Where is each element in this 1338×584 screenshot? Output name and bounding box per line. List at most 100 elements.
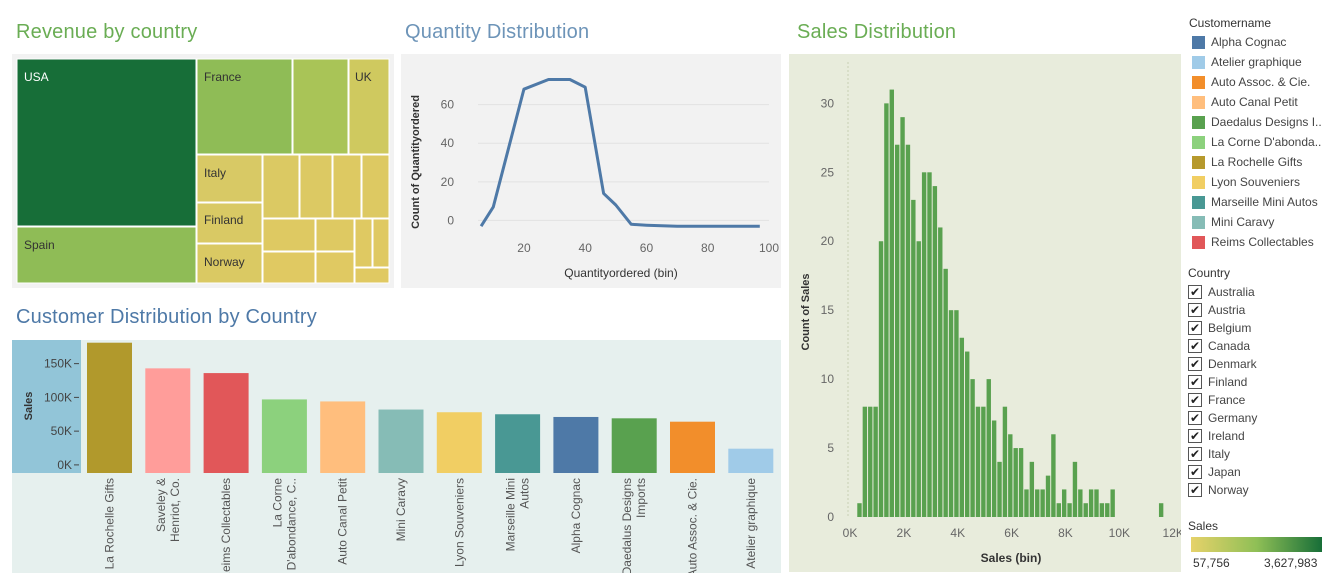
sales-histogram-bar[interactable] (1051, 434, 1056, 517)
customer-bar[interactable] (320, 401, 366, 473)
legend-item[interactable]: Alpha Cognac (1192, 33, 1286, 51)
checkbox-checked-icon[interactable]: ✔ (1188, 375, 1202, 389)
sales-histogram-bar[interactable] (884, 103, 889, 517)
country-filter-item[interactable]: ✔ Canada (1188, 337, 1250, 355)
legend-item[interactable]: Atelier graphique (1192, 53, 1302, 71)
sales-histogram-bar[interactable] (948, 310, 954, 517)
customer-bar[interactable] (261, 399, 307, 473)
country-filter-item[interactable]: ✔ Finland (1188, 373, 1247, 391)
sales-histogram-bar[interactable] (873, 406, 878, 517)
sales-histogram-bar[interactable] (1078, 489, 1083, 517)
legend-item[interactable]: Daedalus Designs I.. (1192, 113, 1322, 131)
sales-histogram-bar[interactable] (986, 379, 991, 517)
treemap-cell-usa[interactable] (16, 58, 197, 227)
treemap-cell-f[interactable] (315, 218, 355, 252)
sales-histogram-bar[interactable] (894, 144, 900, 517)
sales-histogram-bar[interactable] (927, 172, 932, 517)
customer-bar[interactable] (436, 412, 482, 473)
customer-bar[interactable] (728, 448, 774, 473)
checkbox-checked-icon[interactable]: ✔ (1188, 321, 1202, 335)
sales-histogram-bar[interactable] (1040, 489, 1045, 517)
country-filter-item[interactable]: ✔ Belgium (1188, 319, 1251, 337)
sales-histogram-bar[interactable] (1094, 489, 1099, 517)
sales-histogram-bar[interactable] (857, 503, 862, 517)
sales-histogram-bar[interactable] (959, 337, 965, 517)
sales-histogram-bar[interactable] (1035, 489, 1040, 517)
sales-histogram-bar[interactable] (1056, 503, 1061, 517)
sales-histogram-bar[interactable] (1083, 503, 1088, 517)
sales-histogram-bar[interactable] (954, 310, 959, 517)
checkbox-checked-icon[interactable]: ✔ (1188, 447, 1202, 461)
legend-item[interactable]: Auto Canal Petit (1192, 93, 1298, 111)
legend-item[interactable]: Mini Caravy (1192, 213, 1274, 231)
checkbox-checked-icon[interactable]: ✔ (1188, 303, 1202, 317)
treemap-cell-uk-a[interactable] (292, 58, 349, 155)
sales-histogram-bar[interactable] (1099, 503, 1105, 517)
quantity-line-chart[interactable]: 0 20 40 60 20 40 60 80 100 Count of Quantityorde… (401, 54, 781, 288)
customer-bar[interactable] (670, 421, 715, 473)
treemap-cell-j[interactable] (315, 251, 355, 284)
sales-histogram-bar[interactable] (1061, 489, 1067, 517)
customer-bar[interactable] (378, 409, 424, 473)
sales-histogram-bar[interactable] (1110, 489, 1115, 517)
customer-bar[interactable] (87, 342, 132, 473)
sales-histogram-bar[interactable] (1008, 434, 1013, 517)
country-filter-item[interactable]: ✔ France (1188, 391, 1245, 409)
sales-histogram-bar[interactable] (970, 379, 975, 517)
sales-histogram[interactable]: 0 5 10 15 20 25 30 0K 2K 4K 6K 8K 10K 12K Count of Sa… (789, 54, 1184, 572)
sales-histogram-bar[interactable] (1088, 489, 1094, 517)
revenue-treemap[interactable]: USA France UK Spain Italy Finland Norway (12, 54, 394, 288)
country-filter-item[interactable]: ✔ Denmark (1188, 355, 1257, 373)
checkbox-checked-icon[interactable]: ✔ (1188, 357, 1202, 371)
sales-histogram-bar[interactable] (1045, 475, 1051, 517)
checkbox-checked-icon[interactable]: ✔ (1188, 465, 1202, 479)
treemap-cell-d[interactable] (361, 154, 390, 219)
sales-histogram-bar[interactable] (991, 420, 997, 517)
country-filter-item[interactable]: ✔ Norway (1188, 481, 1249, 499)
sales-histogram-bar[interactable] (1024, 489, 1029, 517)
sales-histogram-bar[interactable] (1002, 406, 1008, 517)
country-filter-item[interactable]: ✔ Australia (1188, 283, 1255, 301)
sales-histogram-bar[interactable] (1067, 503, 1072, 517)
country-filter-item[interactable]: ✔ Ireland (1188, 427, 1245, 445)
sales-histogram-bar[interactable] (1013, 448, 1018, 517)
checkbox-checked-icon[interactable]: ✔ (1188, 339, 1202, 353)
sales-histogram-bar[interactable] (921, 172, 927, 517)
customer-bar[interactable] (145, 368, 191, 473)
sales-histogram-bar[interactable] (1105, 503, 1110, 517)
sales-histogram-bar[interactable] (916, 241, 921, 517)
legend-item[interactable]: La Rochelle Gifts (1192, 153, 1302, 171)
legend-item[interactable]: Marseille Mini Autos (1192, 193, 1318, 211)
sales-histogram-bar[interactable] (1029, 461, 1035, 517)
customer-bar[interactable] (611, 418, 657, 473)
sales-histogram-bar[interactable] (997, 461, 1002, 517)
checkbox-checked-icon[interactable]: ✔ (1188, 483, 1202, 497)
sales-histogram-bar[interactable] (900, 117, 905, 517)
sales-histogram-bar[interactable] (975, 406, 981, 517)
checkbox-checked-icon[interactable]: ✔ (1188, 285, 1202, 299)
customer-bar[interactable] (203, 373, 249, 473)
sales-histogram-bar[interactable] (981, 406, 986, 517)
treemap-cell-a[interactable] (262, 154, 300, 219)
sales-histogram-bar[interactable] (965, 351, 970, 517)
country-filter-item[interactable]: ✔ Germany (1188, 409, 1257, 427)
checkbox-checked-icon[interactable]: ✔ (1188, 393, 1202, 407)
sales-histogram-bar[interactable] (1018, 448, 1024, 517)
treemap-cell-c[interactable] (332, 154, 362, 219)
sales-histogram-bar[interactable] (905, 144, 911, 517)
country-filter-item[interactable]: ✔ Italy (1188, 445, 1230, 463)
sales-histogram-bar[interactable] (868, 406, 873, 517)
sales-histogram-bar[interactable] (911, 199, 916, 517)
sales-histogram-bar[interactable] (1072, 461, 1078, 517)
legend-item[interactable]: La Corne D'abonda.. (1192, 133, 1321, 151)
customer-bar[interactable] (553, 416, 599, 473)
treemap-cell-i[interactable] (262, 251, 316, 284)
country-filter-item[interactable]: ✔ Japan (1188, 463, 1241, 481)
legend-item[interactable]: Reims Collectables (1192, 233, 1314, 251)
checkbox-checked-icon[interactable]: ✔ (1188, 429, 1202, 443)
sales-histogram-bar[interactable] (878, 241, 884, 517)
sales-histogram-bar[interactable] (938, 227, 943, 518)
legend-item[interactable]: Lyon Souveniers (1192, 173, 1300, 191)
sales-histogram-bar[interactable] (932, 186, 938, 517)
treemap-cell-g[interactable] (354, 218, 373, 268)
